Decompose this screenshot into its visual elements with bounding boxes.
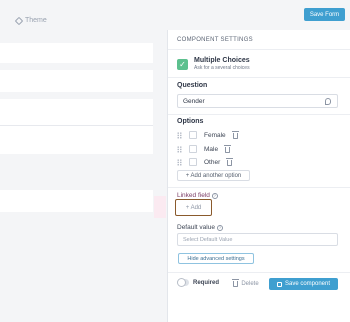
trash-icon[interactable] [231,130,239,139]
default-value-text: Default value [177,224,215,231]
drag-handle-icon[interactable] [177,145,182,153]
component-type: ✓ Multiple Choices Ask for a several cho… [177,54,343,74]
question-input[interactable]: Gender [177,94,338,108]
option-checkbox[interactable] [189,131,197,139]
form-canvas-row[interactable] [0,43,153,63]
question-label: Question [177,82,208,89]
divider [168,77,350,78]
top-bar: Theme Save Form [0,0,350,30]
save-component-label: Save component [284,281,331,287]
panel-header: COMPONENT SETTINGS [177,37,253,43]
hide-advanced-settings-button[interactable]: Hide advanced settings [178,253,254,264]
save-icon [276,281,282,287]
option-checkbox[interactable] [189,158,197,166]
divider [168,49,350,50]
option-checkbox[interactable] [189,145,197,153]
check-icon: ✓ [177,58,188,70]
option-label[interactable]: Other [204,159,220,166]
add-option-button[interactable]: + Add another option [177,170,250,181]
required-toggle[interactable] [177,278,189,287]
options-label: Options [177,118,204,125]
linked-field-text: Linked field [177,192,210,199]
theme-tab[interactable]: Theme [14,16,47,25]
option-row: Male [177,144,232,154]
required-toggle-group: Required [177,278,220,287]
row-divider [0,125,153,126]
option-label[interactable]: Female [204,132,226,139]
linked-field-label: Linked field ? [177,192,218,199]
option-label[interactable]: Male [204,146,218,153]
trash-icon [232,279,240,287]
question-value: Gender [183,97,205,105]
component-title: Multiple Choices [194,57,250,64]
drag-handle-icon[interactable] [177,158,182,166]
translate-icon[interactable] [325,98,331,105]
drag-handle-icon[interactable] [177,131,182,139]
default-value-label: Default value ? [177,224,223,231]
form-canvas-row[interactable] [0,70,153,92]
option-row: Other [177,157,234,167]
add-linked-field-button[interactable]: + Add [175,199,212,216]
theme-tab-label: Theme [25,17,47,24]
trash-icon[interactable] [224,144,232,153]
default-value-select[interactable]: Select Default Value [177,233,338,246]
save-form-button[interactable]: Save Form [304,8,345,21]
component-settings-panel: COMPONENT SETTINGS ✓ Multiple Choices As… [167,30,350,322]
delete-label: Delete [241,280,259,287]
theme-icon [14,16,24,25]
delete-button[interactable]: Delete [228,278,264,289]
help-icon[interactable]: ? [211,192,218,199]
required-label: Required [193,279,220,286]
form-canvas-row[interactable] [0,190,153,212]
divider [168,272,350,273]
selection-hint [154,196,166,218]
divider [168,114,350,115]
option-row: Female [177,130,239,140]
divider [168,187,350,188]
save-component-button[interactable]: Save component [269,278,338,290]
trash-icon[interactable] [226,157,234,166]
help-icon[interactable]: ? [216,224,223,231]
form-canvas-row[interactable] [0,99,153,154]
component-subtitle: Ask for a several choices [194,65,250,71]
